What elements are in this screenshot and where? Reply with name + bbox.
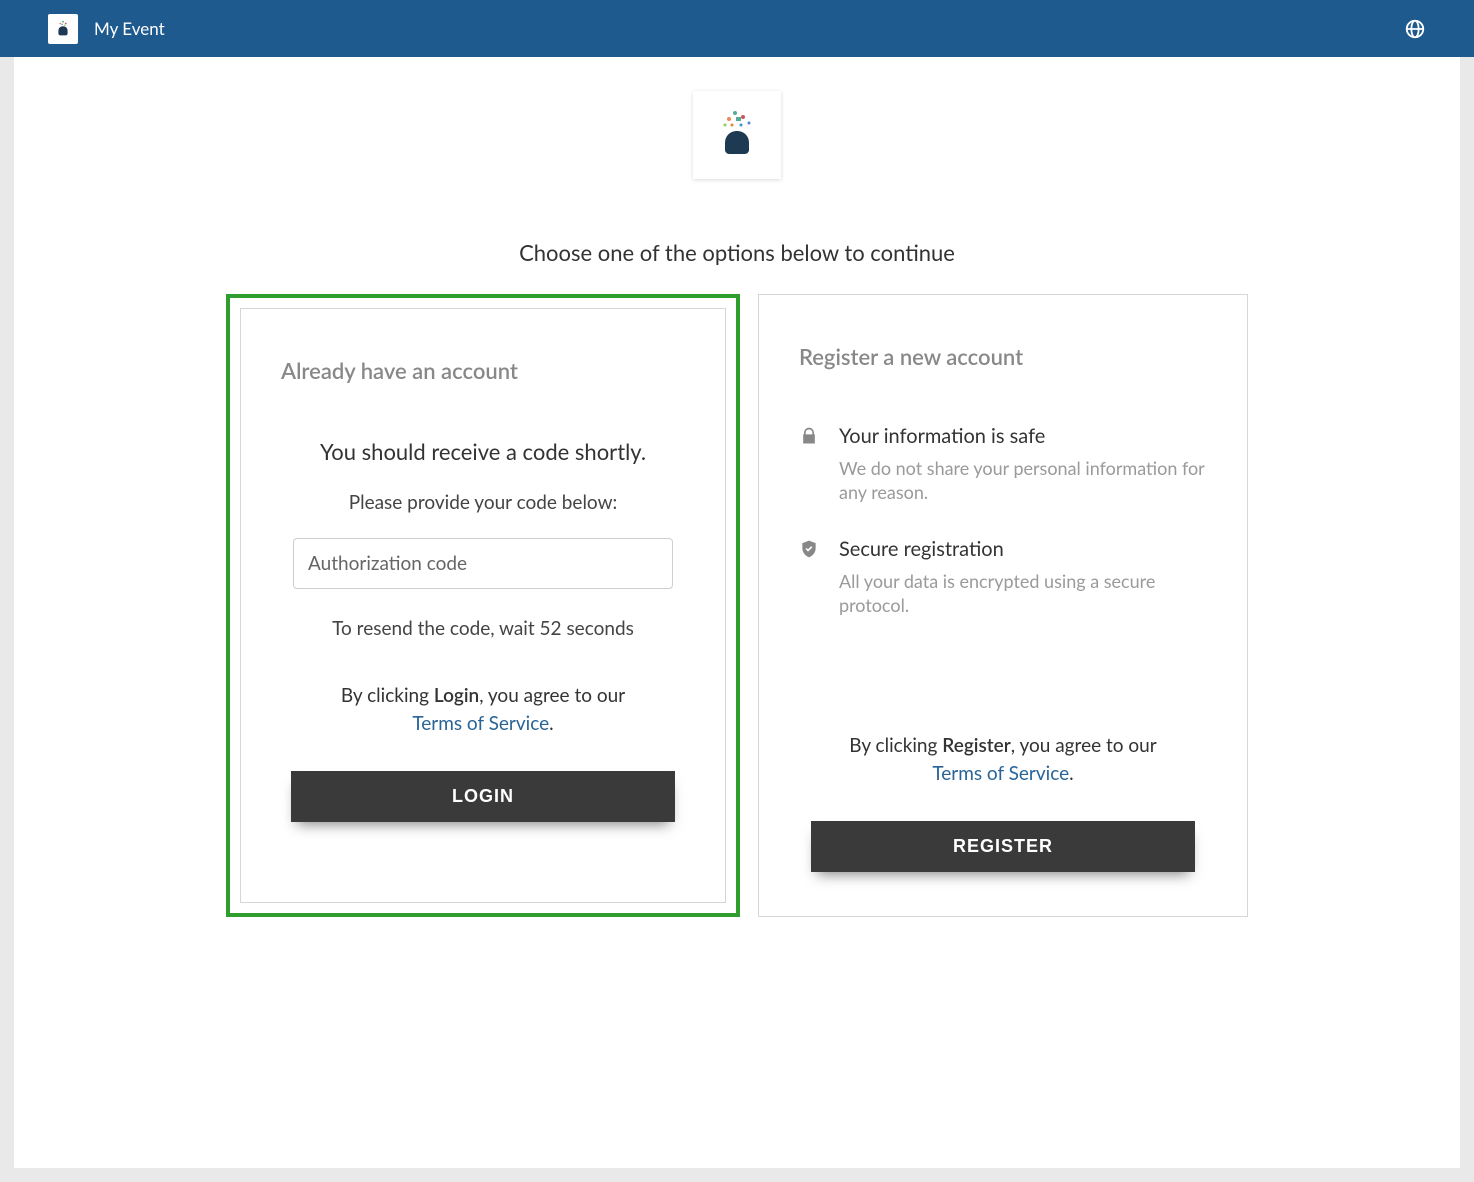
event-logo: [693, 91, 781, 179]
register-tos-link[interactable]: Terms of Service: [932, 762, 1069, 785]
feature-info-safe: Your information is safe We do not share…: [799, 424, 1207, 505]
login-consent: By clicking Login, you agree to our Term…: [281, 682, 685, 737]
page-content: Choose one of the options below to conti…: [14, 57, 1460, 1168]
consent-suffix: , you agree to our: [1011, 734, 1157, 757]
feature-title: Secure registration: [839, 537, 1207, 561]
feature-secure: Secure registration All your data is enc…: [799, 537, 1207, 618]
feature-title: Your information is safe: [839, 424, 1207, 448]
language-button[interactable]: [1404, 18, 1426, 40]
login-subhead: Please provide your code below:: [281, 491, 685, 514]
consent-action: Register: [942, 734, 1010, 757]
instruction-text: Choose one of the options below to conti…: [84, 239, 1390, 266]
feature-desc: We do not share your personal informatio…: [839, 456, 1207, 505]
topbar-logo: [48, 14, 78, 44]
lock-icon: [799, 426, 821, 505]
feature-desc: All your data is encrypted using a secur…: [839, 569, 1207, 618]
shield-check-icon: [799, 539, 821, 618]
authorization-code-input[interactable]: [293, 538, 673, 589]
consent-action: Login: [434, 684, 479, 707]
brain-head-icon: [52, 18, 74, 40]
globe-icon: [1404, 18, 1426, 40]
resend-text: To resend the code, wait 52 seconds: [281, 617, 685, 640]
register-consent: By clicking Register, you agree to our T…: [799, 732, 1207, 787]
topbar-title: My Event: [94, 18, 165, 39]
topbar-left: My Event: [48, 14, 165, 44]
brain-head-icon: [707, 105, 767, 165]
consent-prefix: By clicking: [849, 734, 942, 757]
login-button[interactable]: LOGIN: [291, 771, 675, 822]
topbar: My Event: [0, 0, 1474, 57]
login-panel-title: Already have an account: [281, 357, 685, 384]
register-panel-title: Register a new account: [799, 343, 1207, 370]
event-logo-wrap: [84, 91, 1390, 179]
panels: Already have an account You should recei…: [84, 294, 1390, 917]
login-panel: Already have an account You should recei…: [226, 294, 740, 917]
consent-prefix: By clicking: [341, 684, 434, 707]
consent-suffix: , you agree to our: [479, 684, 625, 707]
register-button[interactable]: REGISTER: [811, 821, 1195, 872]
login-headline: You should receive a code shortly.: [281, 438, 685, 465]
login-block: You should receive a code shortly. Pleas…: [281, 438, 685, 822]
register-panel: Register a new account Your information …: [758, 294, 1248, 917]
login-tos-link[interactable]: Terms of Service: [412, 712, 549, 735]
